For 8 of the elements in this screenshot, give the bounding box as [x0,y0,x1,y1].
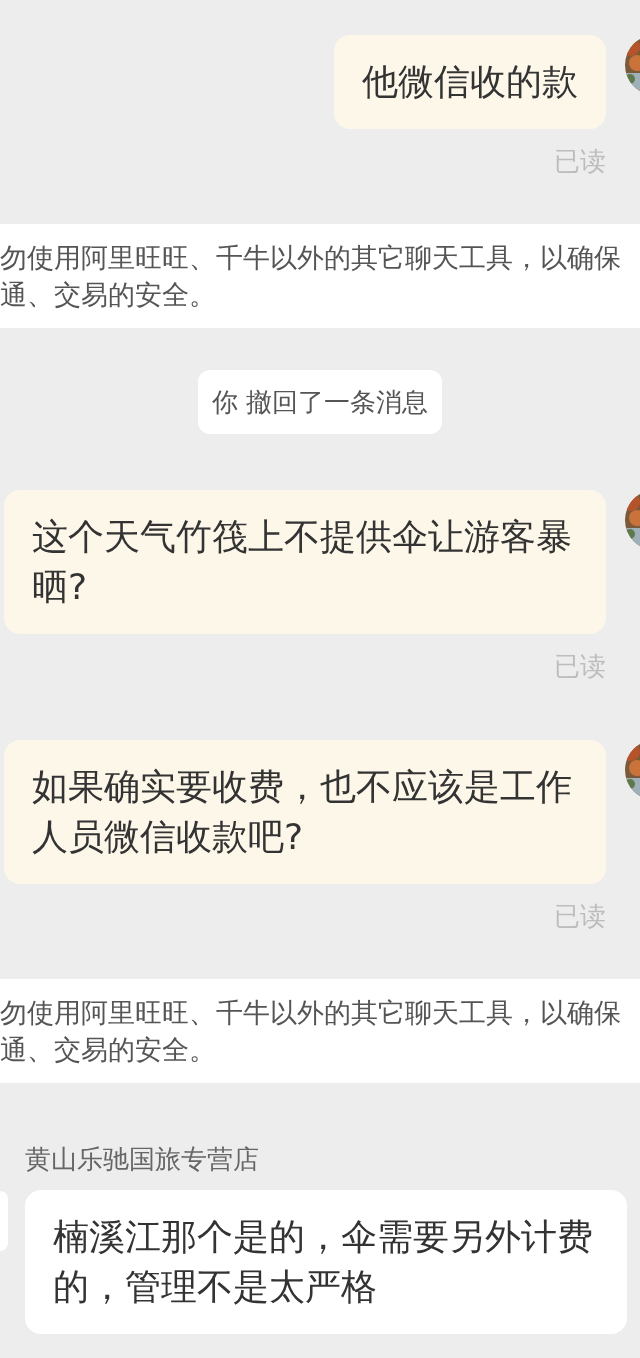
message-bubble: 这个天气竹筏上不提供伞让游客暴晒? [4,490,606,634]
notice-banner: 勿使用阿里旺旺、千牛以外的其它聊天工具，以确保通、交易的安全。 [0,224,640,328]
notice-banner: 勿使用阿里旺旺、千牛以外的其它聊天工具，以确保通、交易的安全。 [0,979,640,1083]
message-bubble: 他微信收的款 [334,35,606,129]
message-bubble: 楠溪江那个是的，伞需要另外计费的，管理不是太严格 [25,1190,627,1334]
message-bubble: 如果确实要收费，也不应该是工作人员微信收款吧? [4,740,606,884]
system-message: 你 撤回了一条消息 [197,370,443,434]
sender-name: 黄山乐驰国旅专营店 [25,1143,260,1176]
